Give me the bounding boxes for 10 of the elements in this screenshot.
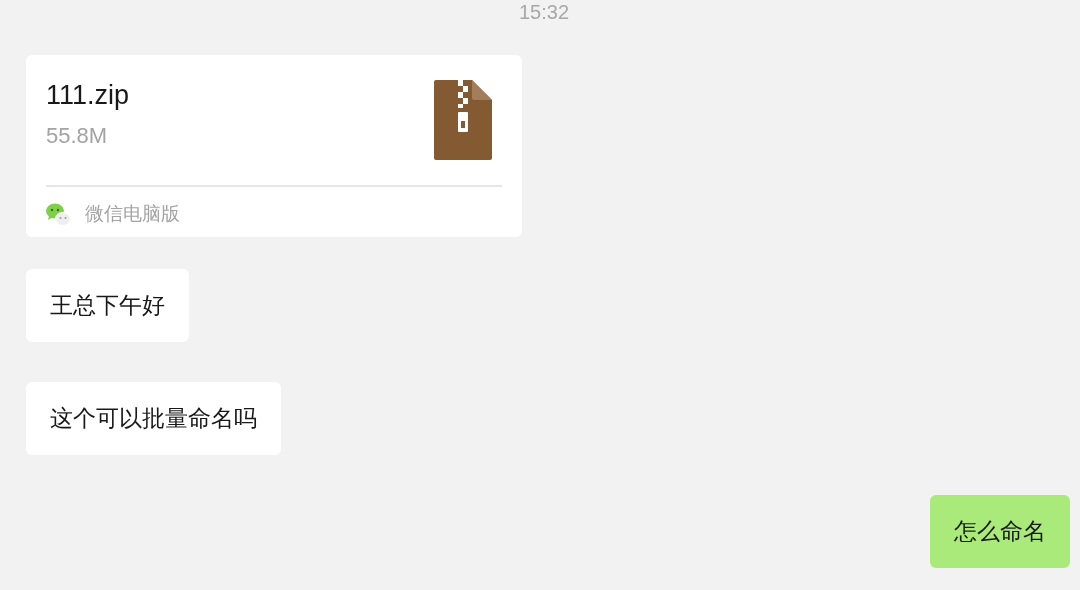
message-bubble: 怎么命名 — [930, 495, 1070, 568]
message-bubble: 王总下午好 — [26, 269, 189, 342]
source-label: 微信电脑版 — [85, 201, 180, 226]
chat-bubbles-icon — [46, 202, 71, 226]
message-bubble: 这个可以批量命名吗 — [26, 382, 281, 455]
file-message-card[interactable]: 111.zip 55.8M 微信电脑版 — [26, 55, 522, 237]
file-name: 111.zip — [46, 79, 130, 111]
file-size: 55.8M — [46, 123, 109, 149]
zip-file-icon — [434, 80, 492, 160]
timestamp: 15:32 — [518, 0, 570, 24]
